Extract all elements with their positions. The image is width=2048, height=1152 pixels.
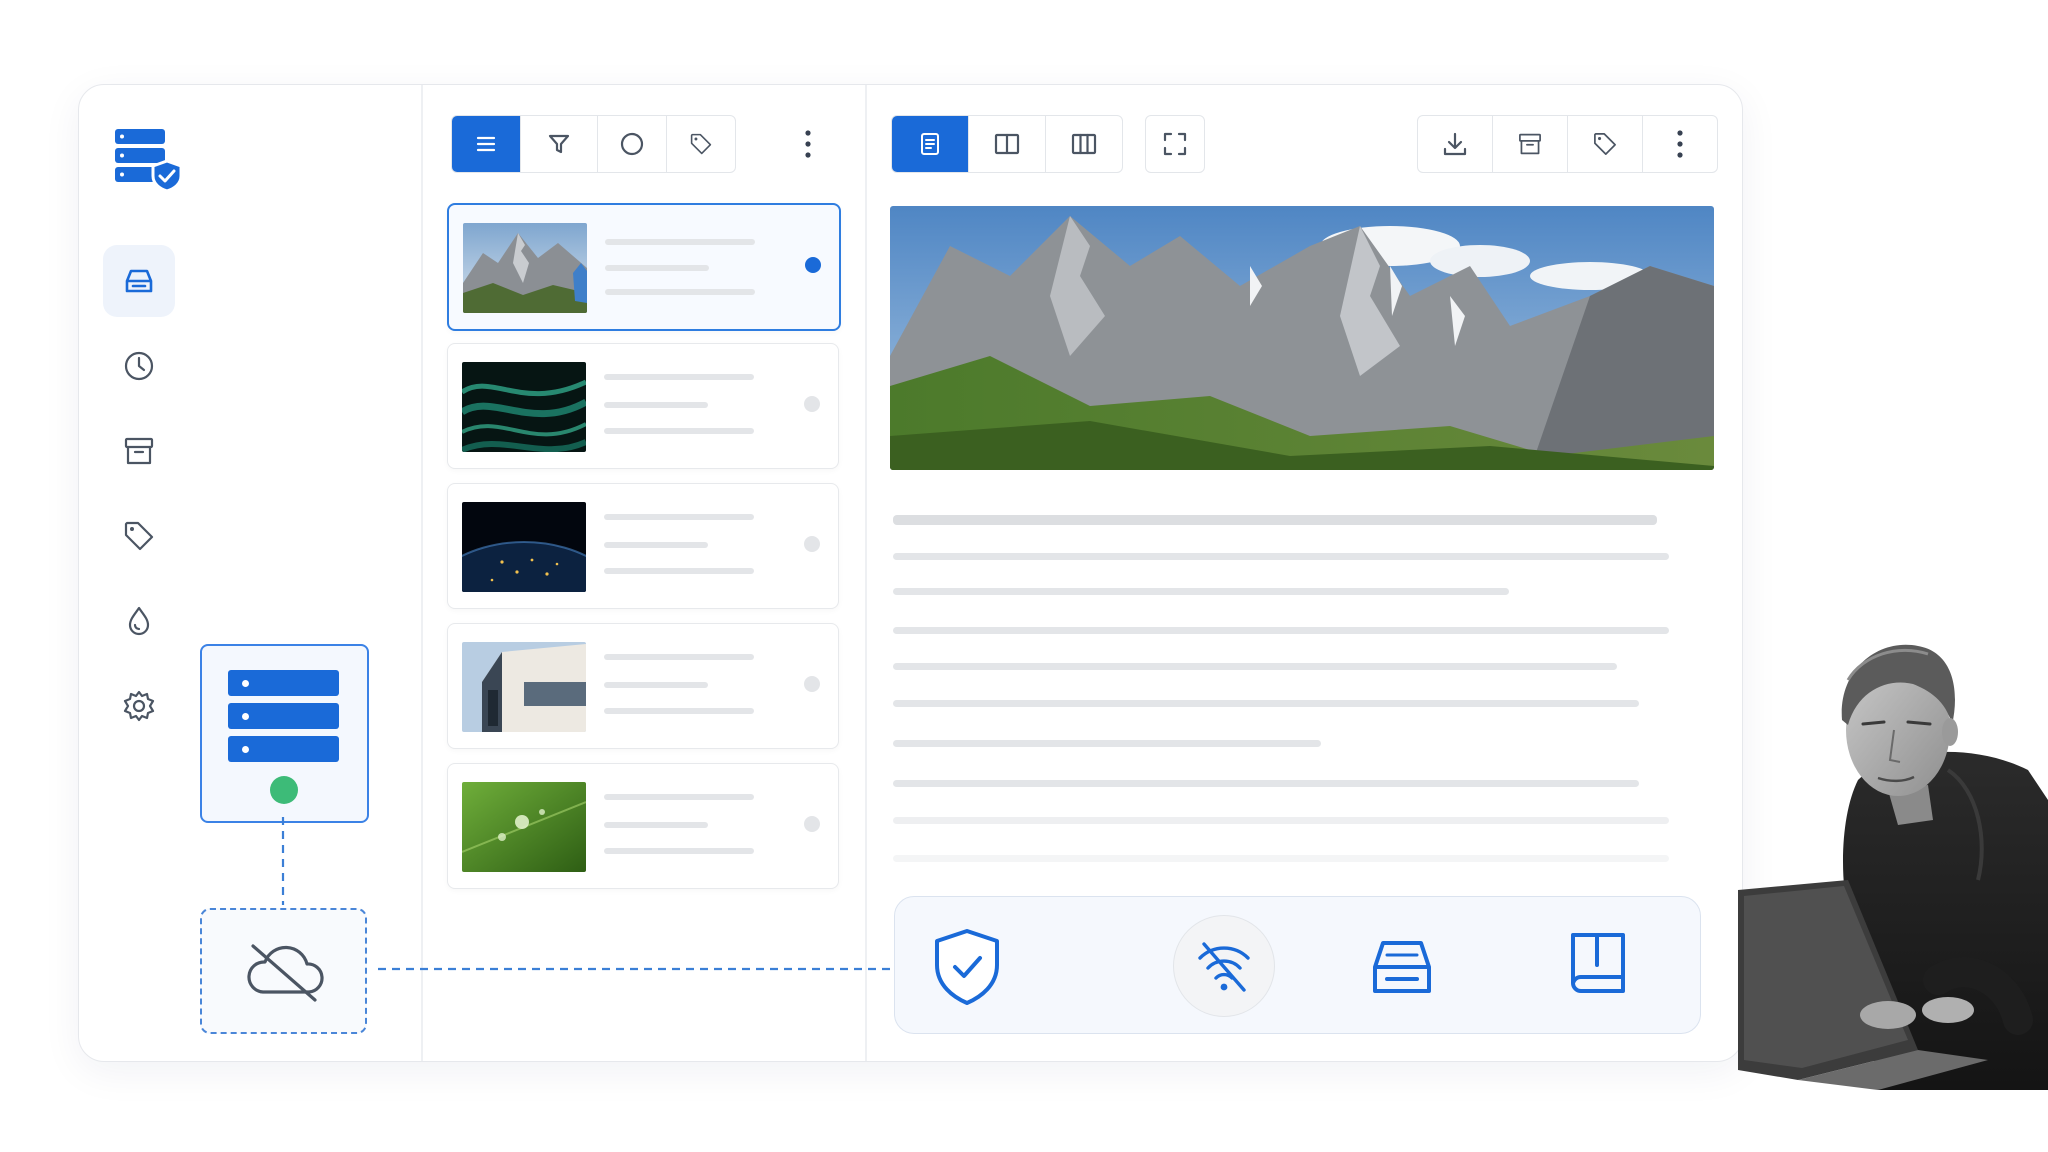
cloud-off-icon — [246, 944, 324, 1002]
local-storage-status[interactable] — [1369, 937, 1435, 997]
book-icon — [1571, 933, 1625, 993]
status-bar — [894, 896, 1701, 1034]
reading-library-status[interactable] — [1567, 931, 1629, 1001]
security-status[interactable] — [931, 927, 1003, 1007]
shield-check-icon — [935, 929, 999, 1005]
network-status[interactable] — [1173, 915, 1275, 1017]
wifi-off-icon — [1198, 942, 1250, 992]
cloud-offline-node — [200, 908, 367, 1034]
inbox-tray-icon — [1373, 941, 1431, 993]
person-at-laptop-photo — [1738, 620, 2048, 1090]
